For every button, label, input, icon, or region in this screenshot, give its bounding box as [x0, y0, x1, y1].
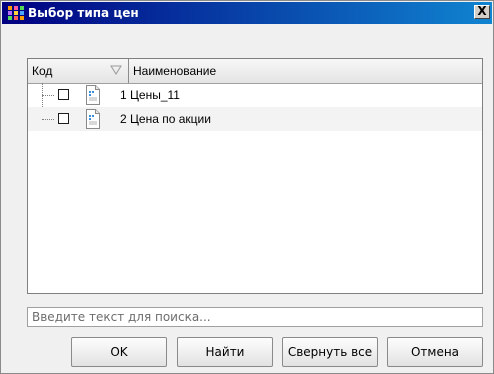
price-types-grid: Код Наименование 1 Цены_11 2 Цена по акц… [27, 58, 483, 294]
collapse-all-button[interactable]: Свернуть все [282, 337, 378, 367]
row-name: Цены_11 [130, 88, 180, 102]
table-row[interactable]: 1 Цены_11 [28, 83, 482, 107]
dialog-title: Выбор типа цен [28, 6, 139, 20]
sort-filter-icon[interactable] [110, 65, 122, 75]
row-label: 1 Цены_11 [120, 88, 180, 102]
column-header-code[interactable]: Код [28, 59, 129, 83]
column-header-name[interactable]: Наименование [133, 64, 216, 78]
ok-button[interactable]: OK [71, 337, 167, 367]
column-header-code-label: Код [32, 64, 53, 78]
row-code: 2 [120, 112, 127, 126]
app-icon [8, 6, 24, 20]
row-label: 2 Цена по акции [120, 112, 211, 126]
title-bar[interactable]: Выбор типа цен X [2, 2, 492, 24]
row-checkbox[interactable] [58, 89, 69, 100]
document-icon [86, 85, 100, 105]
row-code: 1 [120, 88, 127, 102]
cancel-button[interactable]: Отмена [387, 337, 483, 367]
close-icon: X [477, 4, 487, 18]
search-input[interactable] [27, 307, 483, 327]
row-checkbox[interactable] [58, 113, 69, 124]
tree-connector [42, 119, 54, 120]
row-name: Цена по акции [130, 112, 211, 126]
tree-connector [42, 95, 54, 96]
close-button[interactable]: X [474, 5, 490, 19]
document-icon [86, 109, 100, 129]
grid-header: Код Наименование [28, 59, 482, 84]
price-type-dialog: Выбор типа цен X Код Наименование 1 Цены… [0, 0, 494, 374]
find-button[interactable]: Найти [177, 337, 273, 367]
table-row[interactable]: 2 Цена по акции [28, 107, 482, 131]
